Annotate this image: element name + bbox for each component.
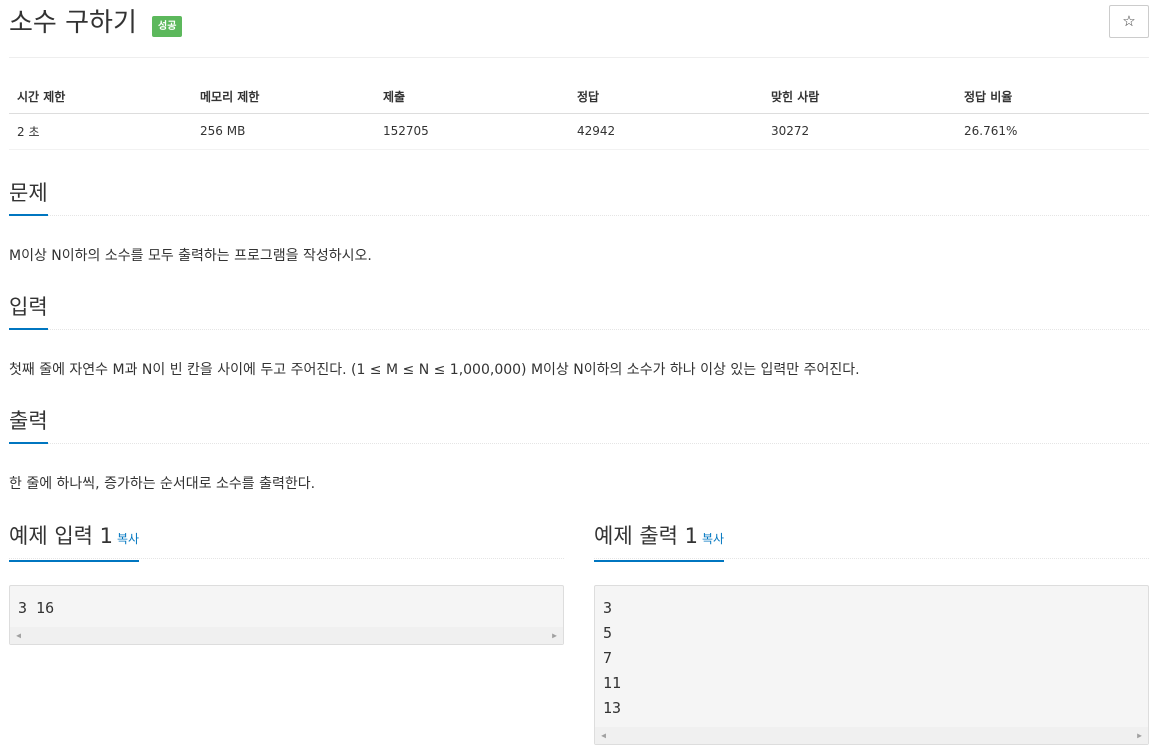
value-solved-users: 30272 bbox=[763, 113, 956, 150]
output-heading-bar: 출력 bbox=[9, 404, 1149, 444]
sample-output-heading: 예제 출력 1 복사 bbox=[594, 523, 725, 562]
input-section: 입력 첫째 줄에 자연수 M과 N이 빈 칸을 사이에 두고 주어진다. (1 … bbox=[9, 290, 1149, 380]
problem-info-table: 시간 제한 메모리 제한 제출 정답 맞힌 사람 정답 비율 2 초 256 M… bbox=[9, 80, 1149, 150]
scroll-right-icon[interactable]: ▶ bbox=[546, 627, 563, 644]
sample-input-heading: 예제 입력 1 복사 bbox=[9, 523, 140, 562]
description-heading: 문제 bbox=[9, 180, 48, 216]
header-solved-users: 맞힌 사람 bbox=[763, 80, 956, 114]
value-time-limit: 2 초 bbox=[9, 113, 192, 150]
sample-output-section: 예제 출력 1 복사 bbox=[594, 517, 1149, 562]
sample-output-title: 예제 출력 1 bbox=[594, 524, 698, 548]
sample-input-content: 3 16 bbox=[18, 599, 55, 617]
scroll-left-icon[interactable]: ◀ bbox=[595, 727, 612, 744]
copy-sample-input-link[interactable]: 복사 bbox=[117, 532, 139, 546]
value-memory-limit: 256 MB bbox=[192, 113, 375, 150]
description-section: 문제 M이상 N이하의 소수를 모두 출력하는 프로그램을 작성하시오. bbox=[9, 176, 1149, 266]
info-header-row: 시간 제한 메모리 제한 제출 정답 맞힌 사람 정답 비율 bbox=[9, 80, 1149, 114]
star-icon[interactable]: ☆ bbox=[1109, 5, 1149, 38]
value-accepted: 42942 bbox=[569, 113, 763, 150]
description-text: M이상 N이하의 소수를 모두 출력하는 프로그램을 작성하시오. bbox=[9, 248, 372, 264]
scroll-left-icon[interactable]: ◀ bbox=[10, 627, 27, 644]
sample-input-title: 예제 입력 1 bbox=[9, 524, 113, 548]
input-heading: 입력 bbox=[9, 294, 48, 330]
sample-input-box: 3 16 ◀ ▶ bbox=[9, 585, 564, 645]
scroll-right-icon[interactable]: ▶ bbox=[1131, 727, 1148, 744]
sample-input-section: 예제 입력 1 복사 bbox=[9, 517, 564, 562]
sample-output-content: 3 5 7 11 13 bbox=[603, 599, 622, 717]
problem-header: 소수 구하기 성공 ☆ bbox=[9, 0, 1149, 58]
header-accepted: 정답 bbox=[569, 80, 763, 114]
sample-input-heading-bar: 예제 입력 1 복사 bbox=[9, 517, 564, 562]
value-submissions: 152705 bbox=[375, 113, 569, 150]
header-time-limit: 시간 제한 bbox=[9, 80, 192, 114]
sample-output-heading-bar: 예제 출력 1 복사 bbox=[594, 517, 1149, 562]
input-text: 첫째 줄에 자연수 M과 N이 빈 칸을 사이에 두고 주어진다. (1 ≤ M… bbox=[9, 362, 860, 378]
header-memory-limit: 메모리 제한 bbox=[192, 80, 375, 114]
output-section: 출력 한 줄에 하나씩, 증가하는 순서대로 소수를 출력한다. bbox=[9, 404, 1149, 494]
sample-output-box: 3 5 7 11 13 ◀ ▶ bbox=[594, 585, 1149, 745]
copy-sample-output-link[interactable]: 복사 bbox=[702, 532, 724, 546]
status-badge: 성공 bbox=[152, 16, 183, 37]
description-heading-bar: 문제 bbox=[9, 176, 1149, 216]
input-heading-bar: 입력 bbox=[9, 290, 1149, 330]
sample-input-scrollbar[interactable]: ◀ ▶ bbox=[10, 627, 563, 644]
problem-title: 소수 구하기 bbox=[9, 8, 137, 38]
output-text: 한 줄에 하나씩, 증가하는 순서대로 소수를 출력한다. bbox=[9, 476, 316, 492]
sample-output-scrollbar[interactable]: ◀ ▶ bbox=[595, 727, 1148, 744]
header-accept-ratio: 정답 비율 bbox=[956, 80, 1149, 114]
header-submissions: 제출 bbox=[375, 80, 569, 114]
value-accept-ratio: 26.761% bbox=[956, 113, 1149, 150]
info-value-row: 2 초 256 MB 152705 42942 30272 26.761% bbox=[9, 113, 1149, 150]
output-heading: 출력 bbox=[9, 408, 48, 444]
